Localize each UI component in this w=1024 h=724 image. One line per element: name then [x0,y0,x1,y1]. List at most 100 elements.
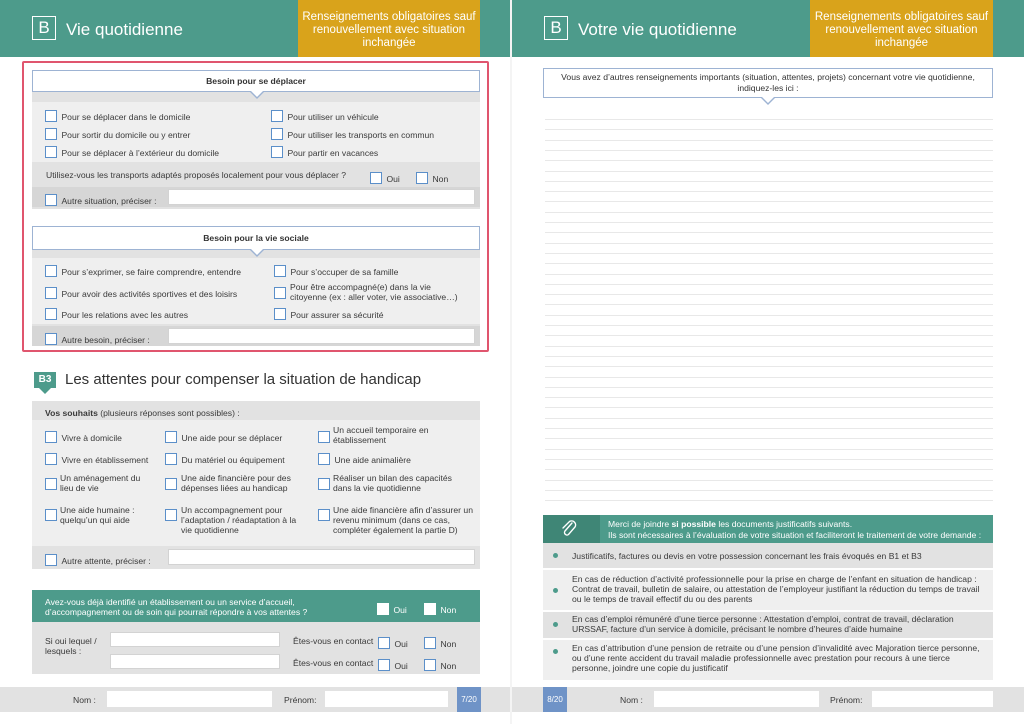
contact-label: Êtes-vous en contact [293,636,374,646]
checkbox[interactable] [271,109,283,122]
contact-non[interactable]: Non [424,634,456,652]
prenom-field[interactable] [872,691,993,707]
checkbox[interactable] [416,171,428,184]
souhait-option[interactable]: Vivre en établissement [45,450,148,468]
lequel-field-2[interactable] [110,654,280,669]
transport-non[interactable]: Non [416,169,448,187]
souhait-option[interactable]: Vivre à domicile [45,428,122,446]
lequel-field-1[interactable] [110,632,280,647]
souhait-option[interactable]: Une aide pour se déplacer [165,428,282,446]
writing-line [545,428,993,429]
checkbox[interactable] [318,430,330,443]
checkbox[interactable] [45,553,57,566]
writing-line [545,438,993,439]
deplacer-option[interactable]: Pour utiliser un véhicule [271,107,379,125]
sociale-option[interactable]: Pour s’occuper de sa famille [274,262,398,280]
autre-attente-field[interactable] [168,549,475,565]
transport-oui[interactable]: Oui [370,169,400,187]
contact-oui[interactable]: Oui [378,656,408,674]
nom-field[interactable] [107,691,272,707]
writing-line [545,407,993,408]
sociale-option[interactable]: Pour assurer sa sécurité [274,305,384,323]
checkbox[interactable] [318,508,330,521]
souhait-option[interactable] [318,475,330,493]
checkbox[interactable] [424,658,436,671]
checkbox[interactable] [274,264,286,277]
souhait-option[interactable] [45,506,57,524]
checkbox[interactable] [45,145,57,158]
contact-oui[interactable]: Oui [378,634,408,652]
souhait-option[interactable] [318,506,330,524]
checkbox[interactable] [274,307,286,320]
sociale-option[interactable]: Pour s’exprimer, se faire comprendre, en… [45,262,241,280]
mandatory-notice: Renseignements obligatoires sauf renouve… [298,0,480,57]
prenom-field[interactable] [325,691,448,707]
checkbox[interactable] [271,127,283,140]
contact-label: Êtes-vous en contact [293,658,374,668]
checkbox[interactable] [45,264,57,277]
checkbox[interactable] [424,602,436,615]
writing-line [545,304,993,305]
checkbox[interactable] [318,452,330,465]
sociale-option[interactable]: Pour avoir des activités sportives et de… [45,284,237,302]
checkbox[interactable] [370,171,382,184]
checkbox[interactable] [424,636,436,649]
nom-field[interactable] [654,691,819,707]
checkbox[interactable] [45,127,57,140]
souhait-option[interactable]: Une aide animalière [318,450,411,468]
autre-besoin-field[interactable] [168,328,475,344]
writing-line [545,315,993,316]
souhait-option[interactable] [165,475,177,493]
writing-line [545,335,993,336]
checkbox[interactable] [165,508,177,521]
checkbox[interactable] [45,508,57,521]
checkbox[interactable] [165,452,177,465]
checkbox[interactable] [45,452,57,465]
deplacer-option[interactable]: Pour sortir du domicile ou y entrer [45,125,190,143]
checkbox[interactable] [45,193,57,206]
checkbox[interactable] [165,477,177,490]
doc-item: En cas de réduction d’activité professio… [572,574,980,604]
page-number: 7/20 [457,687,481,712]
checkbox[interactable] [165,430,177,443]
deplacer-option[interactable]: Pour se déplacer dans le domicile [45,107,190,125]
checkbox[interactable] [45,286,57,299]
autre-attente[interactable]: Autre attente, préciser : [45,551,151,569]
checkbox[interactable] [378,658,390,671]
deplacer-option[interactable]: Pour se déplacer à l’extérieur du domici… [45,143,219,161]
checkbox[interactable] [45,307,57,320]
checkbox[interactable] [45,109,57,122]
writing-line [545,294,993,295]
checkbox[interactable] [45,430,57,443]
deplacer-option[interactable]: Pour partir en vacances [271,143,378,161]
autre-besoin[interactable]: Autre besoin, préciser : [45,330,150,348]
deplacer-title: Besoin pour se déplacer [32,70,480,92]
sociale-option[interactable] [274,284,286,302]
sociale-option[interactable]: Pour les relations avec les autres [45,305,188,323]
page-title: Votre vie quotidienne [578,20,737,39]
autre-situation-field[interactable] [168,189,475,205]
intro-box: Vous avez d’autres renseignements import… [543,68,993,98]
checkbox[interactable] [45,332,57,345]
writing-line [545,150,993,151]
checkbox[interactable] [45,477,57,490]
doc-item: En cas d’attribution d’une pension de re… [572,643,980,673]
paperclip-icon [562,520,577,536]
writing-line [545,459,993,460]
checkbox[interactable] [377,602,389,615]
writing-line [545,284,993,285]
etab-non[interactable]: Non [424,600,456,618]
souhait-option[interactable] [165,506,177,524]
autre-situation[interactable]: Autre situation, préciser : [45,191,157,209]
checkbox[interactable] [378,636,390,649]
checkbox[interactable] [318,477,330,490]
souhait-option[interactable]: Du matériel ou équipement [165,450,285,468]
contact-non[interactable]: Non [424,656,456,674]
souhait-option[interactable] [45,475,57,493]
deplacer-option[interactable]: Pour utiliser les transports en commun [271,125,434,143]
etab-oui[interactable]: Oui [377,600,407,618]
souhait-option[interactable] [318,428,330,446]
checkbox[interactable] [271,145,283,158]
writing-line [545,129,993,130]
checkbox[interactable] [274,286,286,299]
